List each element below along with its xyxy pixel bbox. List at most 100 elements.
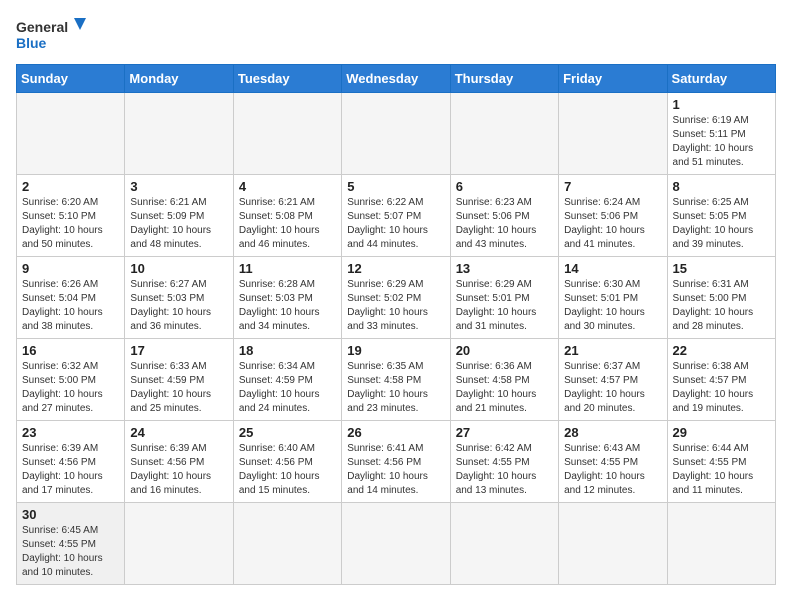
calendar-day-cell: 27 Sunrise: 6:42 AM Sunset: 4:55 PM Dayli… (450, 421, 558, 503)
day-info: Sunrise: 6:41 AM Sunset: 4:56 PM Dayligh… (347, 442, 444, 498)
calendar-day-cell (342, 503, 450, 585)
day-info: Sunrise: 6:23 AM Sunset: 5:06 PM Dayligh… (456, 196, 553, 252)
day-info: Sunrise: 6:42 AM Sunset: 4:55 PM Dayligh… (456, 442, 553, 498)
calendar-week-row: 23 Sunrise: 6:39 AM Sunset: 4:56 PM Dayli… (17, 421, 776, 503)
day-number: 19 (347, 343, 444, 358)
calendar-week-row: 2 Sunrise: 6:20 AM Sunset: 5:10 PM Daylig… (17, 175, 776, 257)
calendar-day-cell (450, 503, 558, 585)
calendar-day-cell: 11 Sunrise: 6:28 AM Sunset: 5:03 PM Dayli… (233, 257, 341, 339)
day-number: 24 (130, 425, 227, 440)
day-info: Sunrise: 6:27 AM Sunset: 5:03 PM Dayligh… (130, 278, 227, 334)
day-number: 13 (456, 261, 553, 276)
calendar-day-cell: 9 Sunrise: 6:26 AM Sunset: 5:04 PM Daylig… (17, 257, 125, 339)
day-number: 7 (564, 179, 661, 194)
calendar-day-cell: 12 Sunrise: 6:29 AM Sunset: 5:02 PM Dayli… (342, 257, 450, 339)
day-number: 4 (239, 179, 336, 194)
calendar-day-cell (17, 93, 125, 175)
calendar-day-cell: 30 Sunrise: 6:45 AM Sunset: 4:55 PM Dayli… (17, 503, 125, 585)
page-header: GeneralBlue (16, 16, 776, 52)
day-info: Sunrise: 6:22 AM Sunset: 5:07 PM Dayligh… (347, 196, 444, 252)
day-number: 22 (673, 343, 770, 358)
day-number: 11 (239, 261, 336, 276)
calendar-day-cell: 7 Sunrise: 6:24 AM Sunset: 5:06 PM Daylig… (559, 175, 667, 257)
day-info: Sunrise: 6:35 AM Sunset: 4:58 PM Dayligh… (347, 360, 444, 416)
calendar-week-row: 1Sunrise: 6:19 AM Sunset: 5:11 PM Daylig… (17, 93, 776, 175)
day-info: Sunrise: 6:32 AM Sunset: 5:00 PM Dayligh… (22, 360, 119, 416)
calendar-day-cell (559, 503, 667, 585)
day-info: Sunrise: 6:24 AM Sunset: 5:06 PM Dayligh… (564, 196, 661, 252)
day-info: Sunrise: 6:45 AM Sunset: 4:55 PM Dayligh… (22, 524, 119, 580)
calendar-day-cell: 23 Sunrise: 6:39 AM Sunset: 4:56 PM Dayli… (17, 421, 125, 503)
day-number: 18 (239, 343, 336, 358)
day-info: Sunrise: 6:29 AM Sunset: 5:01 PM Dayligh… (456, 278, 553, 334)
day-info: Sunrise: 6:38 AM Sunset: 4:57 PM Dayligh… (673, 360, 770, 416)
day-info: Sunrise: 6:25 AM Sunset: 5:05 PM Dayligh… (673, 196, 770, 252)
day-number: 2 (22, 179, 119, 194)
day-number: 27 (456, 425, 553, 440)
day-of-week-header: Friday (559, 65, 667, 93)
day-number: 5 (347, 179, 444, 194)
day-info: Sunrise: 6:26 AM Sunset: 5:04 PM Dayligh… (22, 278, 119, 334)
calendar-day-cell (233, 93, 341, 175)
day-info: Sunrise: 6:20 AM Sunset: 5:10 PM Dayligh… (22, 196, 119, 252)
calendar-week-row: 9 Sunrise: 6:26 AM Sunset: 5:04 PM Daylig… (17, 257, 776, 339)
calendar-day-cell: 1Sunrise: 6:19 AM Sunset: 5:11 PM Daylig… (667, 93, 775, 175)
day-info: Sunrise: 6:21 AM Sunset: 5:09 PM Dayligh… (130, 196, 227, 252)
calendar-week-row: 16 Sunrise: 6:32 AM Sunset: 5:00 PM Dayli… (17, 339, 776, 421)
calendar-table: SundayMondayTuesdayWednesdayThursdayFrid… (16, 64, 776, 585)
calendar-day-cell (667, 503, 775, 585)
day-info: Sunrise: 6:28 AM Sunset: 5:03 PM Dayligh… (239, 278, 336, 334)
day-of-week-header: Sunday (17, 65, 125, 93)
calendar-day-cell: 29Sunrise: 6:44 AM Sunset: 4:55 PM Dayli… (667, 421, 775, 503)
day-of-week-header: Monday (125, 65, 233, 93)
day-number: 1 (673, 97, 770, 112)
calendar-day-cell: 14Sunrise: 6:30 AM Sunset: 5:01 PM Dayli… (559, 257, 667, 339)
calendar-day-cell (125, 93, 233, 175)
day-number: 23 (22, 425, 119, 440)
day-number: 15 (673, 261, 770, 276)
day-of-week-header: Thursday (450, 65, 558, 93)
day-of-week-header: Tuesday (233, 65, 341, 93)
calendar-day-cell (342, 93, 450, 175)
day-info: Sunrise: 6:37 AM Sunset: 4:57 PM Dayligh… (564, 360, 661, 416)
calendar-day-cell: 4Sunrise: 6:21 AM Sunset: 5:08 PM Daylig… (233, 175, 341, 257)
calendar-day-cell: 13 Sunrise: 6:29 AM Sunset: 5:01 PM Dayli… (450, 257, 558, 339)
calendar-day-cell: 18 Sunrise: 6:34 AM Sunset: 4:59 PM Dayli… (233, 339, 341, 421)
day-info: Sunrise: 6:36 AM Sunset: 4:58 PM Dayligh… (456, 360, 553, 416)
day-number: 17 (130, 343, 227, 358)
calendar-day-cell (559, 93, 667, 175)
day-number: 14 (564, 261, 661, 276)
calendar-day-cell: 24Sunrise: 6:39 AM Sunset: 4:56 PM Dayli… (125, 421, 233, 503)
day-number: 12 (347, 261, 444, 276)
calendar-day-cell: 6 Sunrise: 6:23 AM Sunset: 5:06 PM Daylig… (450, 175, 558, 257)
day-number: 21 (564, 343, 661, 358)
day-info: Sunrise: 6:44 AM Sunset: 4:55 PM Dayligh… (673, 442, 770, 498)
logo-icon: GeneralBlue (16, 16, 86, 52)
day-info: Sunrise: 6:34 AM Sunset: 4:59 PM Dayligh… (239, 360, 336, 416)
calendar-day-cell: 2 Sunrise: 6:20 AM Sunset: 5:10 PM Daylig… (17, 175, 125, 257)
day-info: Sunrise: 6:43 AM Sunset: 4:55 PM Dayligh… (564, 442, 661, 498)
calendar-week-row: 30 Sunrise: 6:45 AM Sunset: 4:55 PM Dayli… (17, 503, 776, 585)
day-of-week-header: Saturday (667, 65, 775, 93)
day-number: 25 (239, 425, 336, 440)
day-info: Sunrise: 6:39 AM Sunset: 4:56 PM Dayligh… (22, 442, 119, 498)
calendar-day-cell: 26Sunrise: 6:41 AM Sunset: 4:56 PM Dayli… (342, 421, 450, 503)
day-number: 16 (22, 343, 119, 358)
day-number: 20 (456, 343, 553, 358)
calendar-day-cell: 25 Sunrise: 6:40 AM Sunset: 4:56 PM Dayli… (233, 421, 341, 503)
day-number: 8 (673, 179, 770, 194)
day-info: Sunrise: 6:29 AM Sunset: 5:02 PM Dayligh… (347, 278, 444, 334)
calendar-day-cell (450, 93, 558, 175)
calendar-day-cell: 16 Sunrise: 6:32 AM Sunset: 5:00 PM Dayli… (17, 339, 125, 421)
calendar-day-cell: 19 Sunrise: 6:35 AM Sunset: 4:58 PM Dayli… (342, 339, 450, 421)
day-number: 9 (22, 261, 119, 276)
day-number: 30 (22, 507, 119, 522)
calendar-day-cell (125, 503, 233, 585)
day-of-week-header: Wednesday (342, 65, 450, 93)
day-number: 6 (456, 179, 553, 194)
day-number: 3 (130, 179, 227, 194)
calendar-day-cell: 17Sunrise: 6:33 AM Sunset: 4:59 PM Dayli… (125, 339, 233, 421)
day-info: Sunrise: 6:40 AM Sunset: 4:56 PM Dayligh… (239, 442, 336, 498)
logo: GeneralBlue (16, 16, 86, 52)
calendar-day-cell: 21 Sunrise: 6:37 AM Sunset: 4:57 PM Dayli… (559, 339, 667, 421)
